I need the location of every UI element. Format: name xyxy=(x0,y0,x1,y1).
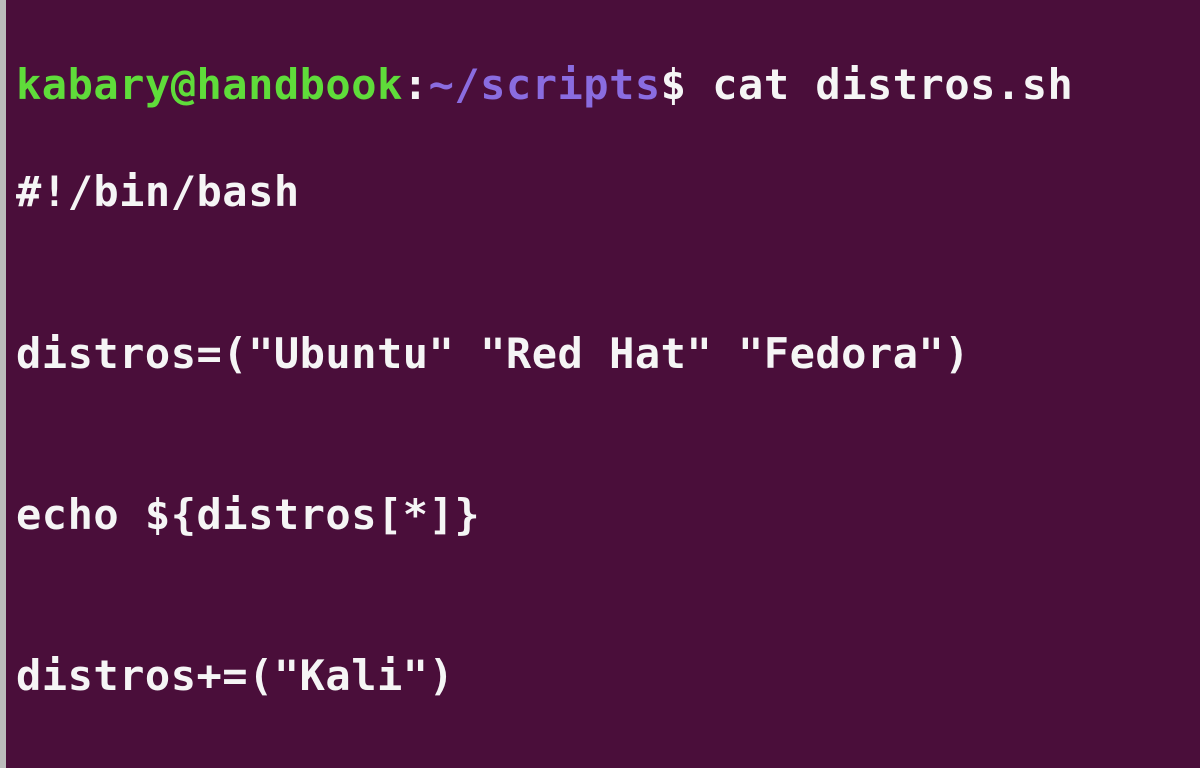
script-assign: distros=("Ubuntu" "Red Hat" "Fedora") xyxy=(16,327,1190,381)
prompt-userhost: kabary@handbook xyxy=(16,60,403,109)
prompt-symbol: $ xyxy=(661,60,687,109)
prompt-path: ~/scripts xyxy=(429,60,661,109)
command-text: cat distros.sh xyxy=(712,60,1073,109)
script-append: distros+=("Kali") xyxy=(16,649,1190,703)
script-shebang: #!/bin/bash xyxy=(16,165,1190,219)
terminal-window[interactable]: kabary@handbook:~/scripts$ cat distros.s… xyxy=(0,0,1200,768)
script-echo-1: echo ${distros[*]} xyxy=(16,488,1190,542)
prompt-sep: : xyxy=(403,60,429,109)
prompt-line-1: kabary@handbook:~/scripts$ cat distros.s… xyxy=(16,58,1190,112)
